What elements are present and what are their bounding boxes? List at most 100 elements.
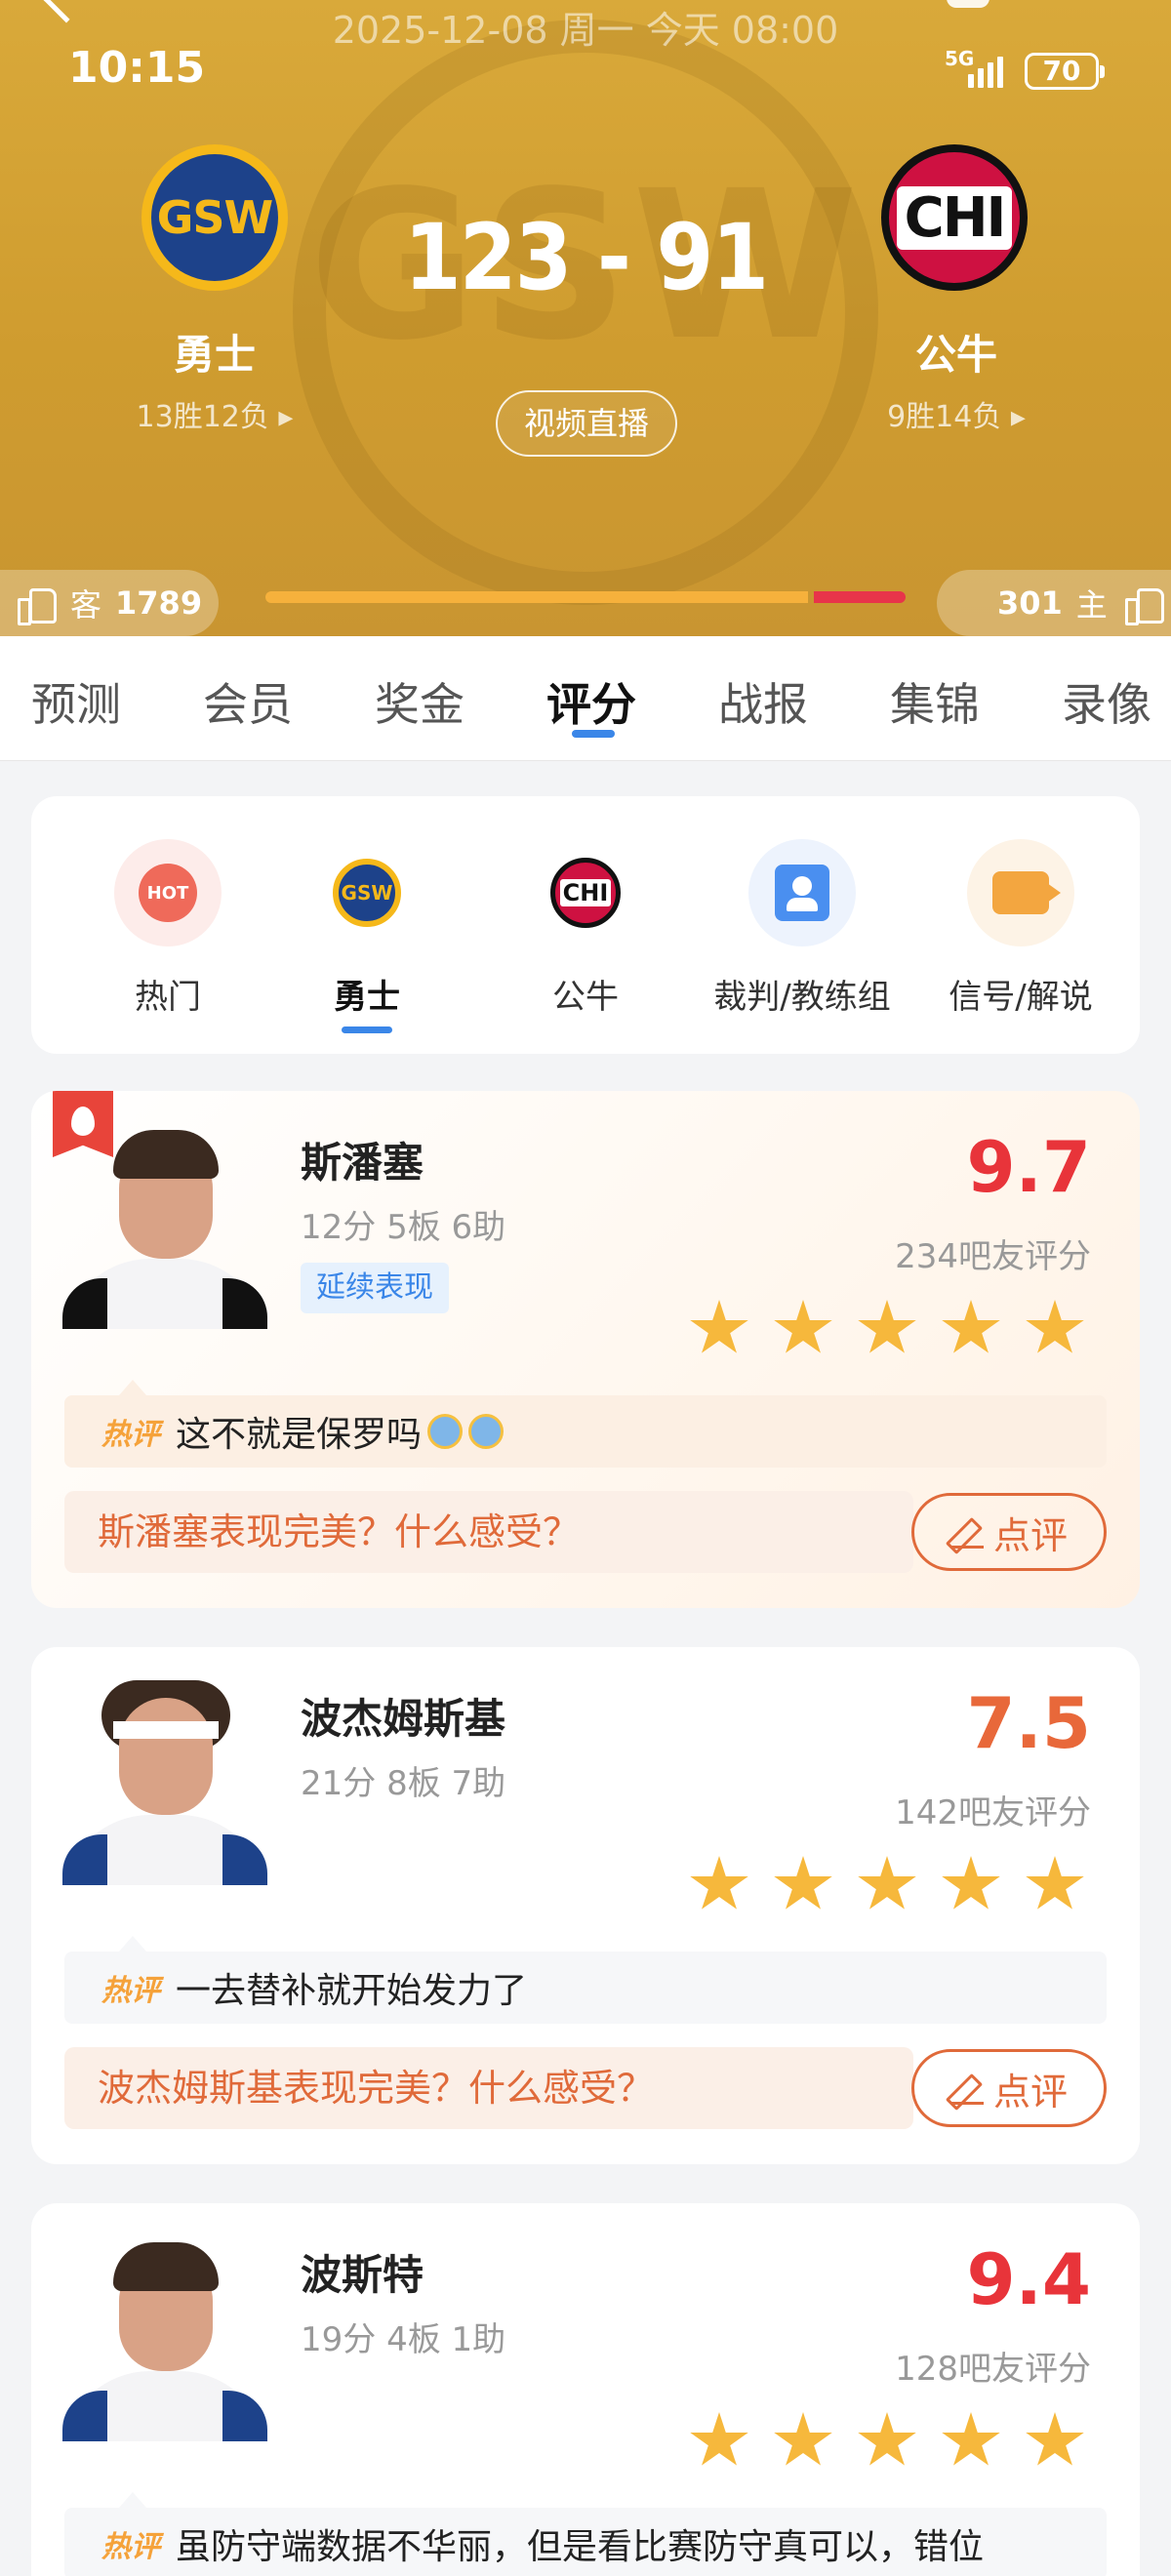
player-avatar[interactable]: [62, 1124, 267, 1329]
star-icon[interactable]: [1026, 1300, 1084, 1353]
camera-icon: [967, 839, 1074, 946]
thumb-up-icon: [1124, 586, 1164, 625]
thumb-up-icon: [18, 586, 57, 625]
review-button[interactable]: 点评: [911, 2049, 1107, 2127]
category-bulls[interactable]: CHI 公牛: [478, 839, 693, 1018]
tab-report[interactable]: 战报: [718, 669, 808, 734]
hot-comment-text: 一去替补就开始发力了: [176, 1971, 528, 2011]
review-button-label: 点评: [992, 2070, 1068, 2113]
category-hot[interactable]: HOT 热门: [61, 839, 275, 1018]
category-active-indicator: [342, 1026, 392, 1033]
category-warriors[interactable]: GSW 勇士: [260, 839, 474, 1018]
comment-prompt[interactable]: 斯潘塞表现完美？什么感受？: [64, 1491, 913, 1573]
star-icon[interactable]: [1026, 1856, 1084, 1910]
tab-bonus[interactable]: 奖金: [375, 669, 464, 734]
player-score: 9.4: [966, 2238, 1091, 2320]
star-icon[interactable]: [942, 2412, 1000, 2466]
player-vote-count: 234吧友评分: [895, 1237, 1091, 1276]
away-vote-count: 1789: [115, 584, 203, 622]
star-icon[interactable]: [942, 1856, 1000, 1910]
game-header: GSW 2025-12-08 周一 今天 08:00 10:15 5G 70 G…: [0, 0, 1171, 636]
away-team-record-text: 9胜14负: [887, 400, 1002, 434]
pen-icon: [949, 2072, 984, 2105]
away-vote-button[interactable]: 客 1789: [0, 570, 219, 636]
player-name[interactable]: 波斯特: [301, 2242, 424, 2302]
player-score: 7.5: [966, 1682, 1091, 1764]
star-icon[interactable]: [690, 1300, 748, 1353]
tab-highlights[interactable]: 集锦: [890, 669, 980, 734]
tab-rating[interactable]: 评分: [546, 669, 636, 734]
home-team-logo[interactable]: GSW: [141, 144, 288, 291]
hot-comment-badge: 热评: [101, 2530, 160, 2564]
player-card[interactable]: 波杰姆斯基 21分 8板 7助 7.5 142吧友评分 热评 一去替补就开始发力…: [31, 1647, 1140, 2164]
hot-comment[interactable]: 热评 虽防守端数据不华丽，但是看比赛防守真可以，错位: [64, 2492, 1107, 2576]
signal-icon: [968, 57, 1003, 88]
tab-active-indicator: [572, 730, 615, 738]
player-name[interactable]: 波杰姆斯基: [301, 1686, 505, 1746]
chi-logo-text: CHI: [559, 879, 612, 906]
share-icon[interactable]: [947, 0, 989, 8]
gsw-logo-text: GSW: [341, 881, 393, 905]
category-broadcast[interactable]: 信号/解说: [913, 839, 1128, 1018]
hot-comment-badge: 热评: [101, 1418, 160, 1452]
hot-icon: HOT: [114, 839, 222, 946]
star-icon[interactable]: [690, 1856, 748, 1910]
chevron-right-icon: ▸: [1001, 400, 1026, 434]
status-time: 10:15: [68, 43, 206, 93]
player-avatar[interactable]: [62, 1680, 267, 1885]
tab-replay[interactable]: 录像: [1062, 669, 1151, 734]
category-referee-coaches[interactable]: 裁判/教练组: [695, 839, 909, 1018]
star-icon[interactable]: [858, 1300, 916, 1353]
player-stats: 12分 5板 6助: [301, 1208, 506, 1247]
player-avatar[interactable]: [62, 2236, 267, 2441]
home-team-logo-text: GSW: [156, 191, 274, 244]
home-vote-count: 301: [997, 584, 1063, 622]
hot-comment-badge: 热评: [101, 1974, 160, 2008]
home-team-name[interactable]: 勇士: [107, 322, 322, 382]
emoji-icon: [468, 1414, 505, 1449]
star-rating[interactable]: [689, 1856, 1085, 1914]
home-team-record-text: 13胜12负: [136, 400, 269, 434]
live-video-button[interactable]: 视频直播: [496, 390, 677, 457]
star-icon[interactable]: [858, 1856, 916, 1910]
home-team-record[interactable]: 13胜12负 ▸: [107, 392, 322, 435]
player-card[interactable]: 波斯特 19分 4板 1助 9.4 128吧友评分 热评 虽防守端数据不华丽，但…: [31, 2203, 1140, 2576]
away-vote-label: 客: [70, 586, 102, 624]
star-icon[interactable]: [774, 1856, 832, 1910]
pen-icon: [949, 1515, 984, 1549]
hot-comment[interactable]: 热评 这不就是保罗吗: [64, 1380, 1107, 1468]
tab-prediction[interactable]: 预测: [31, 669, 121, 734]
home-vote-bar: [814, 591, 906, 603]
star-rating[interactable]: [689, 1300, 1085, 1358]
chi-logo-icon: CHI: [532, 839, 639, 946]
comment-prompt[interactable]: 波杰姆斯基表现完美？什么感受？: [64, 2047, 913, 2129]
away-team-name[interactable]: 公牛: [849, 322, 1064, 382]
player-stats: 21分 8板 7助: [301, 1764, 506, 1803]
hot-comment-text: 这不就是保罗吗: [176, 1415, 423, 1455]
hot-comment[interactable]: 热评 一去替补就开始发力了: [64, 1936, 1107, 2024]
player-vote-count: 128吧友评分: [895, 2350, 1091, 2389]
star-icon[interactable]: [858, 2412, 916, 2466]
emoji-icon: [427, 1414, 464, 1449]
player-vote-count: 142吧友评分: [895, 1793, 1091, 1832]
away-team-logo[interactable]: CHI: [881, 144, 1028, 291]
player-tag: 延续表现: [301, 1263, 449, 1313]
tab-bar: 预测 会员 奖金 评分 战报 集锦 录像: [0, 636, 1171, 761]
away-team-record[interactable]: 9胜14负 ▸: [849, 392, 1064, 435]
category-label: 信号/解说: [949, 978, 1093, 1017]
star-icon[interactable]: [942, 1300, 1000, 1353]
player-card[interactable]: 斯潘塞 12分 5板 6助 延续表现 9.7 234吧友评分 热评 这不就是保罗…: [31, 1091, 1140, 1608]
star-icon[interactable]: [690, 2412, 748, 2466]
home-vote-label: 主: [1075, 586, 1108, 624]
home-vote-button[interactable]: 301 主: [937, 570, 1171, 636]
star-icon[interactable]: [774, 1300, 832, 1353]
hot-comment-text: 虽防守端数据不华丽，但是看比赛防守真可以，错位: [176, 2527, 985, 2567]
player-name[interactable]: 斯潘塞: [301, 1130, 424, 1189]
tab-membership[interactable]: 会员: [203, 669, 293, 734]
review-button[interactable]: 点评: [911, 1493, 1107, 1571]
hot-icon-text: HOT: [146, 882, 189, 904]
star-rating[interactable]: [689, 2412, 1085, 2471]
category-label: 勇士: [334, 978, 400, 1017]
star-icon[interactable]: [1026, 2412, 1084, 2466]
star-icon[interactable]: [774, 2412, 832, 2466]
